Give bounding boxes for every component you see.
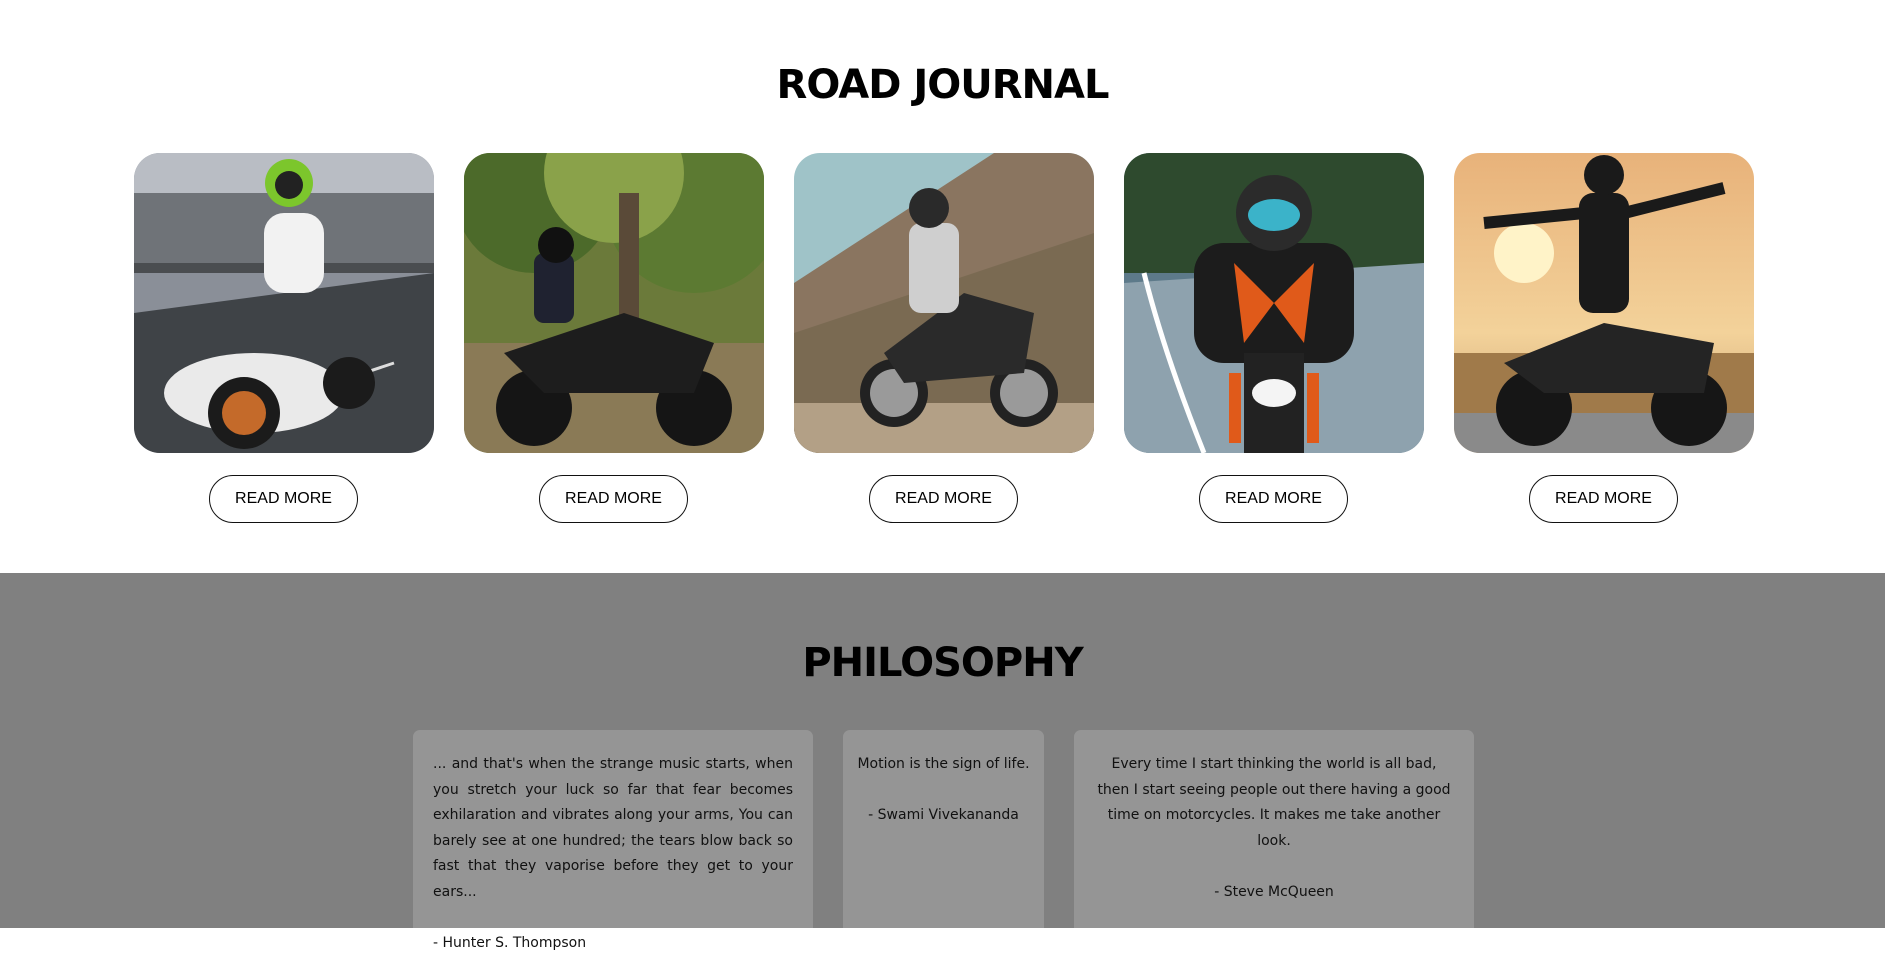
read-more-button[interactable]: READ MORE [209, 475, 358, 523]
quote-author: - Hunter S. Thompson [433, 931, 793, 956]
read-more-button[interactable]: READ MORE [539, 475, 688, 523]
rider-on-cafe-racer-hillside-photo[interactable] [794, 153, 1094, 453]
philosophy-title: PHILOSOPHY [0, 640, 1885, 686]
journal-card: READ MORE [1124, 153, 1424, 533]
photo-art [1454, 153, 1754, 453]
quote-card: Every time I start thinking the world is… [1074, 730, 1474, 928]
quote-card: ... and that's when the strange music st… [413, 730, 813, 928]
photo-art [794, 153, 1094, 453]
read-more-button[interactable]: READ MORE [1199, 475, 1348, 523]
journal-card: READ MORE [794, 153, 1094, 533]
photo-art [134, 153, 434, 453]
photo-art [464, 153, 764, 453]
journal-card: READ MORE [464, 153, 764, 533]
quote-author: - Steve McQueen [1094, 880, 1454, 906]
quote-text: Motion is the sign of life. [853, 752, 1034, 778]
journal-cards: READ MORE READ MORE [0, 153, 1885, 533]
rider-standing-on-bike-sunset-photo[interactable] [1454, 153, 1754, 453]
quote-text: ... and that's when the strange music st… [433, 752, 793, 905]
read-more-button[interactable]: READ MORE [1529, 475, 1678, 523]
photo-art [1124, 153, 1424, 453]
journal-card: READ MORE [1454, 153, 1754, 533]
rider-on-orange-naked-bike-road-photo[interactable] [1124, 153, 1424, 453]
rider-on-white-sportbike-photo[interactable] [134, 153, 434, 453]
quote-text: Every time I start thinking the world is… [1094, 752, 1454, 854]
philosophy-section: PHILOSOPHY ... and that's when the stran… [0, 573, 1885, 928]
road-journal-section: ROAD JOURNAL [0, 0, 1885, 573]
quote-author: - Swami Vivekananda [853, 803, 1034, 829]
journal-card: READ MORE [134, 153, 434, 533]
rider-beside-black-naked-bike-photo[interactable] [464, 153, 764, 453]
quote-card: Motion is the sign of life. - Swami Vive… [843, 730, 1044, 928]
read-more-button[interactable]: READ MORE [869, 475, 1018, 523]
road-journal-title: ROAD JOURNAL [0, 62, 1885, 108]
